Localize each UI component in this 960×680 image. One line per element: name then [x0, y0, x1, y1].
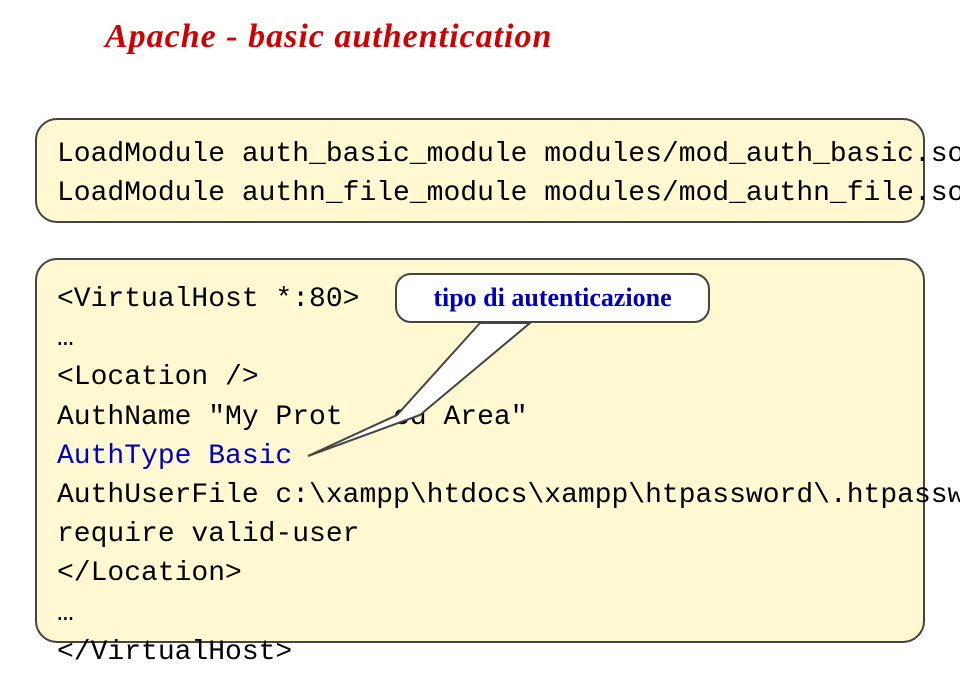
code-line: </Location> [57, 554, 903, 593]
code-line: LoadModule authn_file_module modules/mod… [57, 174, 903, 213]
code-line-highlight: AuthType Basic [57, 437, 903, 476]
code-line: require valid-user [57, 515, 903, 554]
code-content-1: LoadModule auth_basic_module modules/mod… [57, 135, 903, 213]
code-line: … [57, 319, 903, 358]
code-line: </VirtualHost> [57, 633, 903, 672]
code-line: AuthUserFile c:\xampp\htdocs\xampp\htpas… [57, 476, 903, 515]
code-line: <Location /> [57, 358, 903, 397]
code-line: LoadModule auth_basic_module modules/mod… [57, 135, 903, 174]
code-line: AuthName "My Protected Area" [57, 398, 903, 437]
callout-label: tipo di autenticazione [395, 273, 710, 323]
code-content-2: <VirtualHost *:80> … <Location /> AuthNa… [57, 280, 903, 672]
page-title: Apache - basic authentication [105, 18, 960, 56]
code-box-loadmodule: LoadModule auth_basic_module modules/mod… [35, 118, 925, 223]
code-line: … [57, 594, 903, 633]
